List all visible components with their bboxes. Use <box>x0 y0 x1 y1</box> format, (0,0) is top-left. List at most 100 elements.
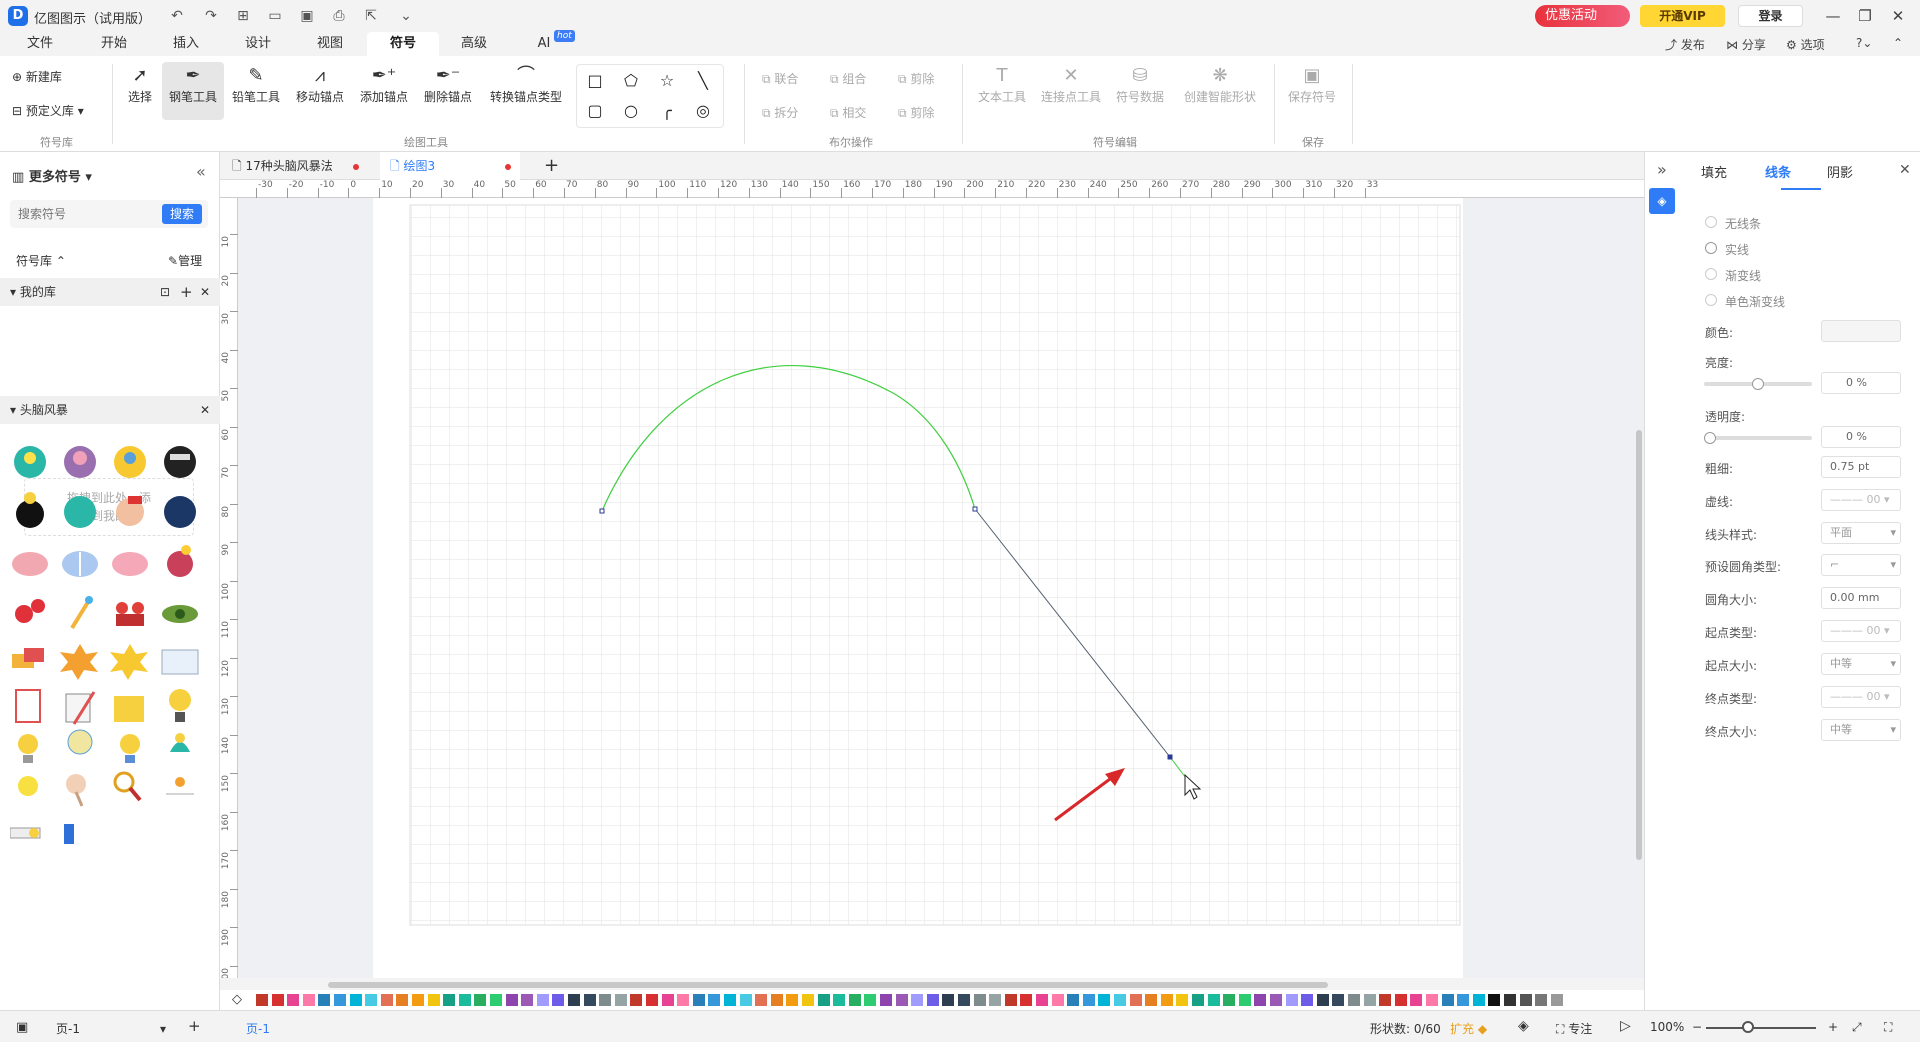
spiral-icon[interactable]: ◎ <box>691 99 715 123</box>
menu-ai[interactable]: AI hot <box>514 30 575 56</box>
color-swatch[interactable] <box>599 994 612 1006</box>
color-swatch[interactable] <box>880 994 892 1006</box>
color-swatch[interactable] <box>630 994 643 1006</box>
color-swatch[interactable] <box>443 994 456 1006</box>
rectangle-icon[interactable]: □ <box>583 69 607 93</box>
play-icon[interactable]: ▷ <box>1620 1018 1631 1034</box>
color-swatch[interactable] <box>474 994 487 1006</box>
radio-solid-line[interactable] <box>1705 242 1717 254</box>
corner-size-input[interactable]: 0.00 mm <box>1821 587 1901 609</box>
radio-mono-gradient-line[interactable] <box>1705 294 1717 306</box>
notepad-symbol[interactable] <box>114 696 144 722</box>
color-swatch[interactable] <box>895 994 908 1006</box>
color-swatch[interactable] <box>1535 994 1548 1006</box>
share-button[interactable]: ⋈ 分享 <box>1726 36 1766 53</box>
person-idea-symbol[interactable] <box>16 492 44 528</box>
brain-halves-symbol[interactable] <box>62 551 98 577</box>
slider-knob[interactable] <box>1752 378 1764 390</box>
start-size-select[interactable]: 中等 ▾ <box>1821 653 1901 675</box>
plant-bulb-symbol[interactable] <box>170 733 190 752</box>
start-type-select[interactable]: ——— 00 ▾ <box>1821 620 1901 642</box>
magnifier-symbol[interactable] <box>113 771 142 802</box>
brightness-input[interactable]: 0 % <box>1821 372 1901 394</box>
writing-symbol[interactable] <box>65 691 96 725</box>
tab-line[interactable]: 线条 <box>1765 162 1791 181</box>
save-icon[interactable]: ▣ <box>296 6 318 26</box>
brain-idea-symbol[interactable] <box>167 545 193 577</box>
menu-advanced[interactable]: 高级 <box>442 32 506 56</box>
help-icon[interactable]: ?⌄ <box>1856 36 1872 50</box>
eye-symbol[interactable] <box>162 605 198 623</box>
color-swatch[interactable] <box>1285 994 1298 1006</box>
connect-tool-button[interactable]: ✕ 连接点工具 <box>1038 64 1104 105</box>
color-swatch[interactable] <box>677 994 690 1006</box>
anchor-point[interactable] <box>972 506 978 512</box>
color-swatch[interactable] <box>427 994 440 1006</box>
color-swatch[interactable] <box>287 994 300 1006</box>
add-page-button[interactable]: + <box>188 1017 201 1035</box>
burst-symbol[interactable] <box>110 644 148 680</box>
focus-button[interactable]: ⛶ 专注 <box>1556 1020 1592 1037</box>
color-swatch[interactable] <box>505 994 518 1006</box>
color-swatch[interactable] <box>973 994 986 1006</box>
bulb-yellow-symbol[interactable] <box>18 776 38 796</box>
more-icon[interactable]: ⌄ <box>395 6 417 26</box>
bulb-symbol[interactable] <box>169 689 191 722</box>
line-style-icon[interactable]: ◈ <box>1649 188 1675 214</box>
color-swatch[interactable] <box>1067 994 1080 1006</box>
color-swatch[interactable] <box>1332 994 1345 1006</box>
cut-button[interactable]: ⧉ 剪除 <box>898 104 934 121</box>
menu-insert[interactable]: 插入 <box>154 32 218 56</box>
color-swatch[interactable] <box>755 994 768 1006</box>
color-swatch[interactable] <box>1223 994 1236 1006</box>
vertical-scrollbar[interactable] <box>1636 430 1642 860</box>
color-swatch[interactable] <box>1254 994 1267 1006</box>
bulb-rays-symbol[interactable] <box>18 734 38 763</box>
new-tab-button[interactable]: + <box>544 152 559 180</box>
star-icon[interactable]: ☆ <box>655 69 679 93</box>
color-swatch[interactable] <box>958 994 970 1006</box>
rounded-rectangle-icon[interactable]: ▢ <box>583 99 607 123</box>
convert-anchor-button[interactable]: ⌒ 转换锚点类型 <box>484 64 568 105</box>
color-swatch[interactable] <box>568 994 580 1006</box>
search-button[interactable]: 搜索 <box>162 204 202 224</box>
color-swatch[interactable] <box>833 994 846 1006</box>
team-symbol[interactable] <box>116 602 144 626</box>
layers-icon[interactable]: ◈ <box>1518 1018 1529 1034</box>
new-library-button[interactable]: ⊕ 新建库 <box>12 68 62 85</box>
close-icon[interactable]: ✕ <box>1899 162 1911 178</box>
collapse-panel-icon[interactable]: « <box>196 162 206 181</box>
menu-design[interactable]: 设计 <box>226 32 290 56</box>
color-swatch[interactable] <box>1394 994 1407 1006</box>
gears-symbol[interactable] <box>15 599 45 623</box>
color-swatch[interactable] <box>1192 994 1204 1006</box>
color-swatch[interactable] <box>1020 994 1033 1006</box>
save-symbol-button[interactable]: ▣ 保存符号 <box>1284 64 1340 105</box>
tab-brainstorm[interactable]: 🗋 17种头脑风暴法 <box>232 152 359 180</box>
color-swatch[interactable] <box>536 994 549 1006</box>
corner-type-select[interactable]: ⌐ ▾ <box>1821 554 1901 576</box>
open-icon[interactable]: ▭ <box>264 6 286 26</box>
options-button[interactable]: ⚙ 选项 <box>1786 36 1825 53</box>
add-icon[interactable]: + <box>180 278 193 306</box>
color-swatch[interactable] <box>989 994 1002 1006</box>
undo-icon[interactable]: ↶ <box>166 6 188 26</box>
add-anchor-button[interactable]: ✒⁺ 添加锚点 <box>354 64 414 105</box>
color-swatch[interactable] <box>848 994 861 1006</box>
delete-anchor-button[interactable]: ✒⁻ 删除锚点 <box>418 64 478 105</box>
color-swatch[interactable] <box>1098 994 1111 1006</box>
explosion-idea-symbol[interactable] <box>60 644 98 680</box>
color-swatch[interactable] <box>1550 994 1563 1006</box>
color-swatch[interactable] <box>770 994 783 1006</box>
print-icon[interactable]: ⎙ <box>328 6 350 26</box>
color-swatch[interactable] <box>1129 994 1142 1006</box>
publish-button[interactable]: ⤴ 发布 <box>1665 36 1705 53</box>
color-swatch[interactable] <box>614 994 627 1006</box>
slider-bulb-symbol[interactable] <box>10 827 41 839</box>
color-swatch[interactable] <box>1426 994 1438 1006</box>
bulb-gears-symbol[interactable] <box>67 729 93 755</box>
head-silhouette-symbol[interactable] <box>164 446 196 478</box>
head-gears-symbol[interactable] <box>114 446 146 478</box>
color-swatch[interactable] <box>583 994 596 1006</box>
head-bulb-symbol[interactable] <box>14 446 46 478</box>
